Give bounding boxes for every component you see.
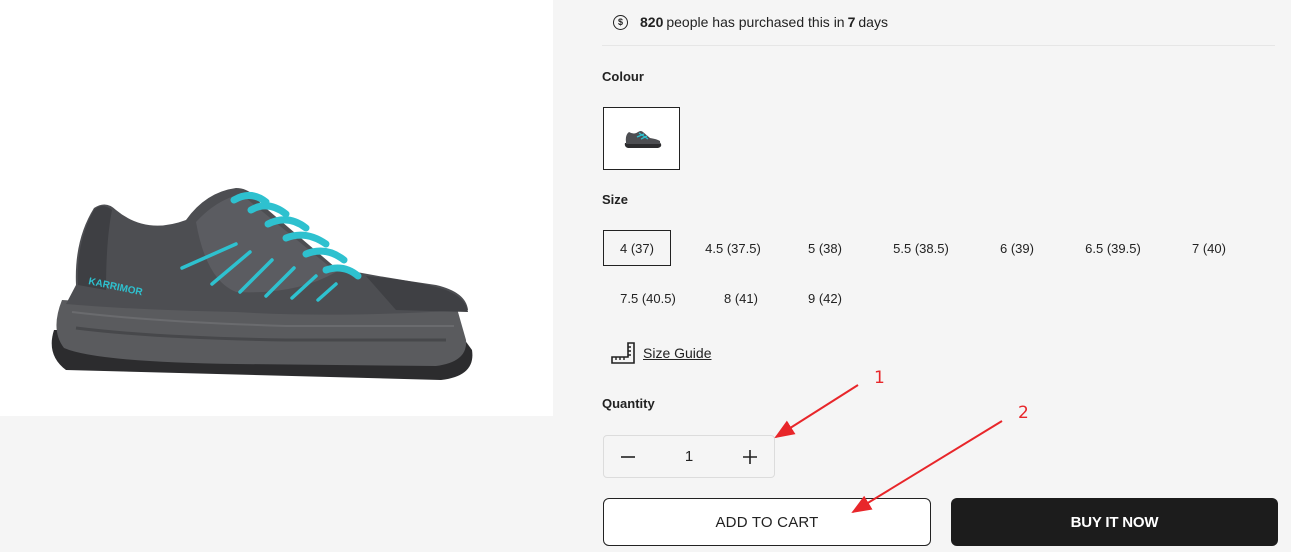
colour-swatch-selected[interactable] — [603, 107, 680, 170]
size-option-8[interactable]: 8 (41) — [709, 280, 773, 316]
dollar-coin-icon: $ — [613, 14, 628, 30]
annotation-marker-1: 1 — [874, 368, 885, 388]
size-label: Size — [602, 192, 629, 207]
ruler-icon — [611, 342, 635, 364]
add-to-cart-button[interactable]: ADD TO CART — [603, 498, 931, 546]
size-option-5-5[interactable]: 5.5 (38.5) — [875, 230, 967, 266]
size-option-7-5[interactable]: 7.5 (40.5) — [603, 280, 693, 316]
purchase-days-suffix: days — [858, 14, 888, 30]
size-option-5[interactable]: 5 (38) — [793, 230, 857, 266]
product-shoe-image: KARRIMOR — [51, 188, 473, 380]
purchase-count-row: $ 820 people has purchased this in 7 day… — [613, 12, 891, 32]
size-option-7[interactable]: 7 (40) — [1177, 230, 1241, 266]
annotation-marker-2: 2 — [1018, 403, 1029, 423]
minus-icon[interactable] — [616, 445, 640, 469]
quantity-value[interactable]: 1 — [685, 448, 693, 465]
purchase-days: 7 — [847, 14, 856, 30]
colour-thumbnail — [619, 116, 664, 161]
purchase-text: people has purchased this in — [666, 14, 845, 30]
quantity-stepper: 1 — [603, 435, 775, 478]
purchase-count: 820 — [640, 14, 664, 30]
size-option-4-5[interactable]: 4.5 (37.5) — [688, 230, 778, 266]
size-option-6-5[interactable]: 6.5 (39.5) — [1067, 230, 1159, 266]
quantity-label: Quantity — [602, 396, 655, 411]
size-option-4[interactable]: 4 (37) — [603, 230, 671, 266]
plus-icon[interactable] — [738, 445, 762, 469]
shoe-thumbnail-icon — [624, 130, 661, 148]
size-guide-link[interactable]: Size Guide — [610, 341, 711, 365]
size-option-6[interactable]: 6 (39) — [985, 230, 1049, 266]
size-guide-label: Size Guide — [643, 345, 712, 361]
divider — [602, 45, 1275, 46]
product-info-panel: $ 820 people has purchased this in 7 day… — [553, 0, 1291, 552]
buy-now-button[interactable]: BUY IT NOW — [951, 498, 1278, 546]
size-option-9[interactable]: 9 (42) — [793, 280, 857, 316]
colour-label: Colour — [602, 69, 644, 84]
product-image-panel: KARRIMOR — [0, 0, 553, 416]
